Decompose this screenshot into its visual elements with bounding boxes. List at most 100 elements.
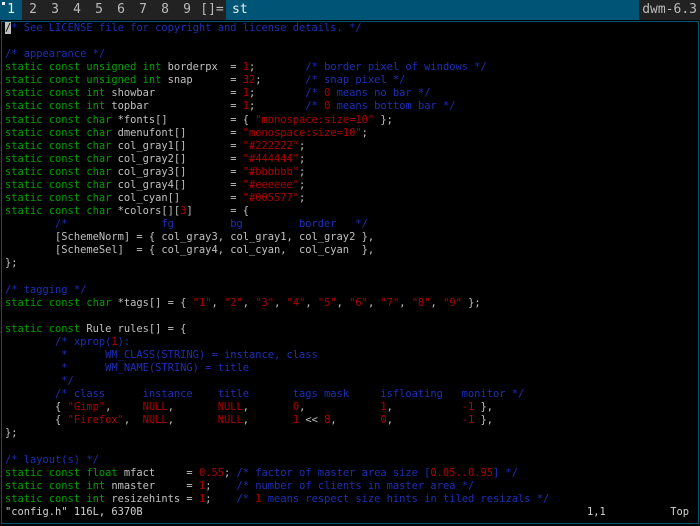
- code-token: "Firefox": [67, 414, 124, 427]
- vim-statusline: "config.h" 116L, 6370B 1,1 Top: [5, 506, 695, 519]
- code-token: "#005577": [242, 192, 300, 205]
- code-token: "7": [380, 296, 400, 309]
- code-token: * See LICENSE file for copyright and lic…: [11, 22, 362, 34]
- code-token: static const: [5, 322, 87, 335]
- code-token: *colors[][: [117, 205, 181, 218]
- code-token: *tags[] = {: [117, 296, 193, 309]
- code-token: /* layout(s) */: [5, 453, 99, 466]
- code-token: "2": [223, 296, 243, 309]
- code-token: "9": [443, 296, 462, 309]
- code-token: topbar =: [111, 100, 243, 113]
- code-token: NULL: [142, 401, 168, 414]
- code-line: /* See LICENSE file for copyright and li…: [5, 22, 549, 35]
- code-token: means respect size hints in tiled resiza…: [261, 492, 550, 505]
- code-token: static const char: [5, 205, 118, 218]
- code-token: ,: [305, 296, 318, 309]
- tag-9[interactable]: 9: [176, 0, 198, 20]
- code-token: ;: [361, 126, 368, 139]
- code-line: static const char col_cyan[] = "#005577"…: [5, 192, 549, 205]
- code-line: static const char dmenufont[] = "monospa…: [5, 127, 549, 140]
- terminal-window[interactable]: /* See LICENSE file for copyright and li…: [1, 21, 699, 524]
- tag-8[interactable]: 8: [154, 0, 176, 20]
- code-token: static const unsigned int: [5, 61, 168, 74]
- code-token: ,: [330, 414, 381, 427]
- tag-4[interactable]: 4: [66, 0, 88, 20]
- code-token: "4": [286, 296, 306, 309]
- code-token: /* fg bg border */: [55, 218, 368, 231]
- code-token: ;: [299, 178, 306, 191]
- code-token: },: [474, 414, 494, 427]
- code-token: {: [5, 401, 68, 414]
- code-token: ,: [242, 296, 256, 309]
- code-token: ,: [399, 296, 412, 309]
- code-token: ,: [167, 414, 218, 427]
- code-token: NULL: [217, 414, 243, 427]
- tag-7[interactable]: 7: [132, 0, 154, 20]
- code-token: ;: [205, 492, 237, 505]
- code-token: static const int: [5, 479, 112, 492]
- tag-6[interactable]: 6: [110, 0, 132, 20]
- code-line: static const unsigned int borderpx = 1; …: [5, 61, 549, 74]
- code-line: /* appearance */: [5, 48, 549, 61]
- code-token: ,: [367, 296, 381, 309]
- window-title: st: [226, 0, 640, 20]
- code-line: static const int topbar = 1; /* 0 means …: [5, 100, 549, 113]
- file-info: "config.h" 116L, 6370B: [5, 506, 143, 518]
- code-line: static const float mfact = 0.55; /* fact…: [5, 467, 549, 480]
- code-token: ;: [299, 165, 306, 178]
- code-token: *fonts[] = {: [117, 113, 256, 126]
- code-token: /* class instance title tags mask isfloa…: [55, 388, 525, 401]
- tag-1[interactable]: 1: [0, 0, 22, 20]
- code-token: ,: [211, 296, 224, 309]
- code-line: /* fg bg border */: [5, 218, 549, 231]
- tag-5[interactable]: 5: [88, 0, 110, 20]
- code-token: static const int: [5, 87, 112, 100]
- code-token: static const char: [5, 126, 118, 139]
- code-token: static const char: [5, 296, 118, 309]
- code-token: * WM_CLASS(STRING) = instance, class: [55, 348, 318, 361]
- code-token: /* appearance */: [5, 48, 106, 61]
- code-token: static const char: [5, 165, 118, 178]
- code-token: ,: [123, 414, 143, 427]
- code-line: static const char col_gray1[] = "#222222…: [5, 140, 549, 153]
- code-token: ;: [299, 152, 306, 165]
- code-token: means no bar */: [330, 87, 431, 100]
- code-token: * WM_NAME(STRING) = title: [55, 362, 249, 375]
- code-token: ;: [299, 139, 306, 152]
- code-token: static const char: [5, 178, 118, 191]
- code-token: snap =: [167, 74, 243, 87]
- code-token: <<: [299, 414, 325, 427]
- code-line: * WM_NAME(STRING) = title: [5, 362, 549, 375]
- code-token: col_gray3[] =: [117, 165, 243, 178]
- code-token: ;: [205, 479, 237, 492]
- code-token: ;: [255, 74, 306, 87]
- code-line: /* tagging */: [5, 284, 549, 297]
- code-line: [SchemeNorm] = { col_gray3, col_gray1, c…: [5, 231, 549, 244]
- code-token: "Gimp": [67, 401, 106, 414]
- code-token: resizehints =: [111, 492, 199, 505]
- code-token: static const char: [5, 152, 118, 165]
- code-token: ,: [386, 414, 462, 427]
- code-line: };: [5, 257, 549, 270]
- code-token: static const char: [5, 139, 118, 152]
- code-token: borderpx =: [167, 61, 243, 74]
- code-token: ;: [223, 466, 237, 479]
- code-token: "#222222": [242, 139, 300, 152]
- code-token: ,: [336, 296, 350, 309]
- code-token: NULL: [142, 414, 168, 427]
- vim-buffer[interactable]: /* See LICENSE file for copyright and li…: [5, 22, 549, 506]
- code-token: mfact =: [123, 466, 199, 479]
- code-line: };: [5, 427, 549, 440]
- tag-3[interactable]: 3: [44, 0, 66, 20]
- code-token: };: [461, 296, 481, 309]
- tag-2[interactable]: 2: [22, 0, 44, 20]
- code-token: static const int: [5, 492, 112, 505]
- layout-indicator[interactable]: []=: [198, 0, 226, 20]
